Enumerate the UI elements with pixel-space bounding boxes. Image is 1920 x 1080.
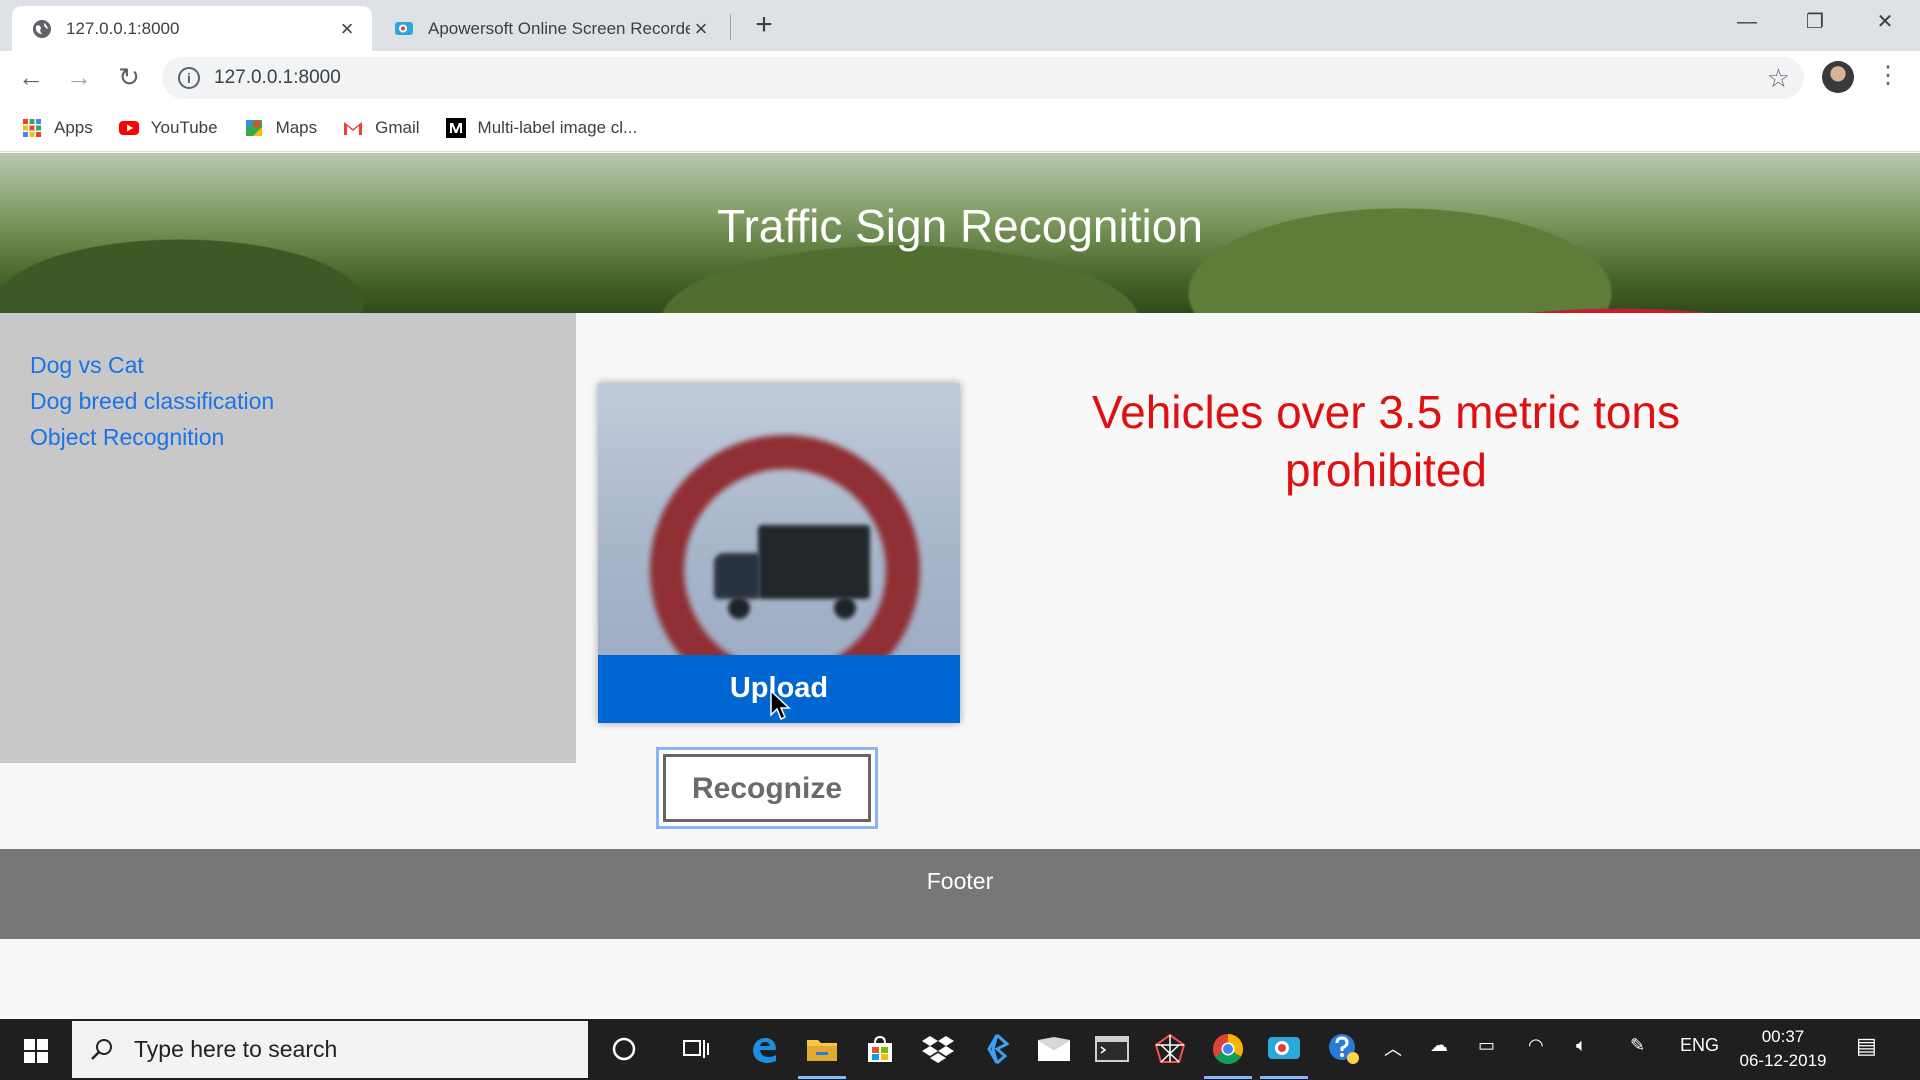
mouse-cursor-icon — [770, 690, 791, 721]
wifi-icon[interactable]: ◠ — [1528, 1035, 1544, 1056]
taskbar-search[interactable]: Type here to search — [72, 1021, 588, 1078]
truck-wheel — [728, 597, 750, 619]
truck-cab — [714, 553, 760, 599]
tab-title: Apowersoft Online Screen Recorder — [428, 18, 690, 38]
close-window-icon[interactable]: ✕ — [1862, 8, 1908, 38]
bookmark-label: Maps — [275, 118, 318, 137]
minimize-icon[interactable]: — — [1724, 8, 1770, 38]
clock-date: 06-12-2019 — [1739, 1051, 1827, 1070]
active-indicator — [798, 1076, 846, 1079]
recorder-icon — [395, 21, 413, 35]
onedrive-icon[interactable]: ☁ — [1430, 1035, 1448, 1056]
tab-localhost[interactable]: 127.0.0.1:8000 × — [12, 6, 372, 51]
start-button[interactable] — [0, 1019, 72, 1080]
search-placeholder: Type here to search — [134, 1036, 338, 1062]
battery-icon[interactable]: ▭ — [1478, 1035, 1495, 1056]
clock[interactable]: 00:37 06-12-2019 — [1736, 1025, 1830, 1073]
chrome-icon[interactable] — [1210, 1031, 1246, 1067]
bookmark-label: Apps — [54, 118, 93, 137]
upload-card: Upload — [598, 383, 960, 723]
bookmark-medium[interactable]: Multi-label image cl... — [445, 118, 638, 138]
browser-toolbar: ← → ↻ i 127.0.0.1:8000 ☆ ⋮ — [0, 51, 1920, 105]
gmail-icon — [344, 122, 363, 135]
recognize-button[interactable]: Recognize — [656, 747, 878, 829]
traffic-sign-image — [598, 383, 960, 655]
tab-apowersoft[interactable]: Apowersoft Online Screen Recorder × — [374, 6, 726, 51]
menu-dots-icon[interactable]: ⋮ — [1876, 61, 1900, 95]
sidebar-link-dog-breed[interactable]: Dog breed classification — [30, 383, 546, 419]
bookmarks-bar: Apps YouTube Maps Gmail Multi-label imag… — [0, 105, 1920, 152]
search-icon — [91, 1038, 112, 1060]
windows-logo-icon — [24, 1039, 48, 1063]
web-page: Traffic Sign Recognition Dog vs Cat Dog … — [0, 153, 1920, 1019]
sidebar: Dog vs Cat Dog breed classification Obje… — [0, 313, 576, 763]
edge-browser-icon[interactable] — [746, 1031, 782, 1067]
store-icon[interactable] — [862, 1031, 898, 1067]
recognize-label: Recognize — [663, 754, 871, 822]
maps-icon — [245, 120, 262, 136]
taskbar: Type here to search ︿ ☁ ▭ ◠ 🔈︎ ✎ ENG 00:… — [0, 1019, 1920, 1080]
bookmark-gmail[interactable]: Gmail — [343, 118, 420, 138]
network-app-icon[interactable] — [1152, 1031, 1188, 1067]
tab-strip: 127.0.0.1:8000 × Apowersoft Online Scree… — [0, 0, 1920, 51]
bookmark-label: Gmail — [375, 118, 420, 137]
bookmark-apps[interactable]: Apps — [22, 118, 93, 138]
forward-icon[interactable]: → — [62, 61, 96, 95]
youtube-icon — [118, 121, 139, 135]
bookmark-star-icon[interactable]: ☆ — [1767, 63, 1790, 94]
info-icon[interactable]: i — [178, 67, 200, 89]
address-url[interactable]: 127.0.0.1:8000 — [214, 67, 341, 89]
tab-separator — [730, 14, 731, 40]
page-title: Traffic Sign Recognition — [717, 200, 1203, 252]
close-tab-icon[interactable]: × — [336, 17, 358, 40]
tab-title: 127.0.0.1:8000 — [66, 18, 180, 38]
globe-icon — [33, 19, 51, 38]
close-tab-icon[interactable]: × — [690, 17, 712, 40]
reload-icon[interactable]: ↻ — [112, 61, 146, 95]
cortana-icon[interactable] — [606, 1031, 642, 1067]
dropbox-icon[interactable] — [920, 1031, 956, 1067]
mail-icon[interactable] — [1036, 1031, 1072, 1067]
help-icon[interactable] — [1326, 1031, 1362, 1067]
language-indicator[interactable]: ENG — [1680, 1035, 1719, 1056]
prediction-result: Vehicles over 3.5 metric tons prohibited — [1091, 386, 1681, 496]
sidebar-link-object-recognition[interactable]: Object Recognition — [30, 419, 546, 455]
bookmark-label: Multi-label image cl... — [477, 118, 638, 137]
bookmark-label: YouTube — [150, 118, 218, 137]
medium-icon — [445, 118, 466, 138]
apps-grid-icon — [23, 119, 41, 137]
header-banner: Traffic Sign Recognition — [0, 153, 1920, 313]
action-center-icon[interactable]: ▤ — [1856, 1033, 1877, 1059]
address-bar[interactable]: i 127.0.0.1:8000 ☆ — [162, 57, 1804, 99]
truck-body — [758, 525, 870, 599]
sidebar-link-dog-vs-cat[interactable]: Dog vs Cat — [30, 347, 546, 383]
bookmark-youtube[interactable]: YouTube — [118, 118, 218, 138]
restore-icon[interactable]: ❐ — [1792, 8, 1838, 38]
pen-icon[interactable]: ✎ — [1630, 1035, 1645, 1056]
page-footer: Footer — [0, 849, 1920, 939]
visual-studio-code-icon[interactable] — [978, 1031, 1014, 1067]
back-icon[interactable]: ← — [14, 61, 48, 95]
active-indicator — [1260, 1076, 1308, 1079]
task-view-icon[interactable] — [678, 1031, 714, 1067]
screen-recorder-icon[interactable] — [1266, 1031, 1302, 1067]
terminal-icon[interactable] — [1094, 1031, 1130, 1067]
show-hidden-icons-icon[interactable]: ︿ — [1384, 1035, 1402, 1061]
volume-icon[interactable]: 🔈︎ — [1576, 1035, 1587, 1056]
clock-time: 00:37 — [1761, 1027, 1805, 1046]
file-explorer-icon[interactable] — [804, 1031, 840, 1067]
truck-wheel — [834, 597, 856, 619]
profile-avatar[interactable] — [1822, 61, 1854, 93]
active-indicator — [1204, 1076, 1252, 1079]
new-tab-icon[interactable]: + — [750, 10, 778, 40]
bookmark-maps[interactable]: Maps — [244, 118, 318, 138]
